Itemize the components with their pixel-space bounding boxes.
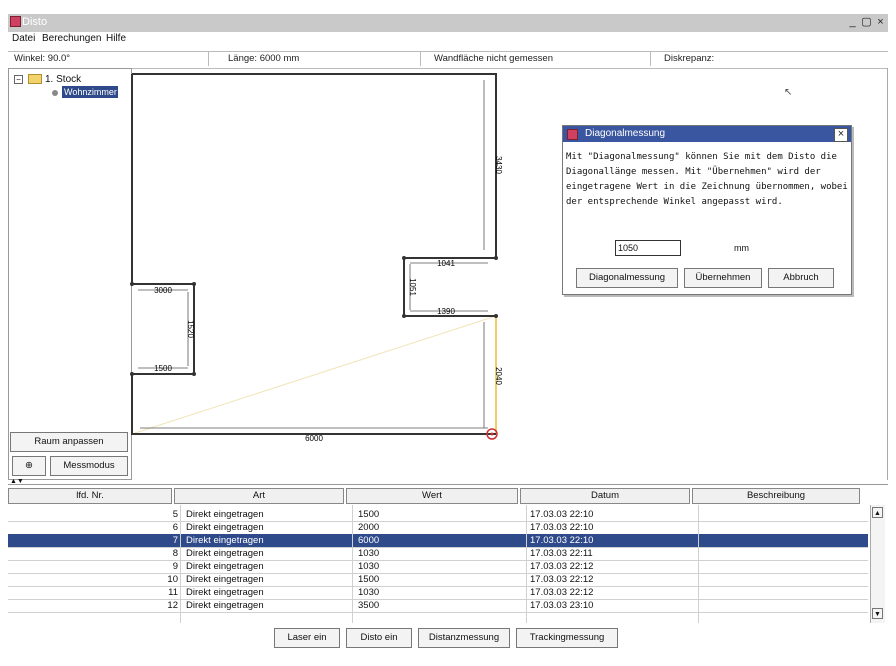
table-row[interactable]: 7 Direkt eingetragen 6000 17.03.03 22:10 xyxy=(8,534,868,547)
corner-point xyxy=(402,256,406,260)
dialog-close-button[interactable]: × xyxy=(834,128,848,142)
dim-notch-side: 1051 xyxy=(408,278,417,296)
table-row[interactable]: 12 Direkt eingetragen 3500 17.03.03 23:10 xyxy=(8,599,868,612)
dialog-description: Mit "Diagonalmessung" können Sie mit dem… xyxy=(566,152,848,207)
disto-ein-button[interactable]: Disto ein xyxy=(346,628,412,648)
active-corner-marker xyxy=(490,432,494,436)
uebernehmen-button[interactable]: Übernehmen xyxy=(684,268,762,288)
dim-bottom: 6000 xyxy=(305,434,323,443)
row-divider xyxy=(8,612,868,613)
corner-point xyxy=(402,314,406,318)
unit-label: mm xyxy=(734,243,749,253)
cell-wert: 2000 xyxy=(358,522,380,533)
scroll-up-icon[interactable]: ▲ xyxy=(872,507,883,518)
cell-art: Direkt eingetragen xyxy=(186,587,264,598)
dialog-app-icon xyxy=(567,129,578,140)
cell-wert: 1030 xyxy=(358,561,380,572)
col-header-wert[interactable]: Wert xyxy=(346,488,518,504)
room-wall xyxy=(131,74,496,435)
row-selection-highlight xyxy=(8,534,868,547)
cell-datum: 17.03.03 23:10 xyxy=(530,600,594,611)
table-row[interactable]: 9 Direkt eingetragen 1030 17.03.03 22:12 xyxy=(8,560,868,573)
corner-point xyxy=(494,314,498,318)
dim-right-top: 3430 xyxy=(494,156,503,174)
cell-nr: 5 xyxy=(172,509,178,520)
cell-art: Direkt eingetragen xyxy=(186,509,264,520)
cell-nr: 10 xyxy=(167,574,178,585)
cell-datum: 17.03.03 22:10 xyxy=(530,522,594,533)
scroll-down-icon[interactable]: ▼ xyxy=(872,608,883,619)
diagonal-value-input[interactable]: 1050 xyxy=(615,240,681,256)
dialog-title: Diagonalmessung xyxy=(563,126,851,142)
cell-wert: 1500 xyxy=(358,509,380,520)
room-wall xyxy=(132,73,497,317)
table-row[interactable]: 11 Direkt eingetragen 1030 17.03.03 22:12 xyxy=(8,586,868,599)
cell-nr: 11 xyxy=(168,587,178,598)
corner-point xyxy=(494,256,498,260)
cell-art: Direkt eingetragen xyxy=(186,600,264,611)
corner-point xyxy=(192,282,196,286)
cell-datum: 17.03.03 22:11 xyxy=(530,548,593,559)
cell-nr: 9 xyxy=(172,561,178,572)
dim-left-side: 1520 xyxy=(186,320,195,338)
cell-datum: 17.03.03 22:10 xyxy=(530,535,594,546)
cell-wert: 1030 xyxy=(358,548,380,559)
cell-nr: 7 xyxy=(172,535,178,546)
column-divider xyxy=(352,505,353,623)
cell-wert: 3500 xyxy=(358,600,380,611)
laser-ein-button[interactable]: Laser ein xyxy=(274,628,340,648)
table-row[interactable]: 8 Direkt eingetragen 1030 17.03.03 22:11 xyxy=(8,547,868,560)
cell-datum: 17.03.03 22:10 xyxy=(530,509,594,520)
abbruch-button[interactable]: Abbruch xyxy=(768,268,834,288)
column-divider xyxy=(180,505,181,623)
table-row[interactable]: 10 Direkt eingetragen 1500 17.03.03 22:12 xyxy=(8,573,868,586)
dim-right-bottom: 2040 xyxy=(494,367,503,385)
cell-art: Direkt eingetragen xyxy=(186,561,264,572)
cell-datum: 17.03.03 22:12 xyxy=(530,587,594,598)
diagonalmessung-button[interactable]: Diagonalmessung xyxy=(576,268,678,288)
cell-wert: 1030 xyxy=(358,587,380,598)
cell-wert: 1500 xyxy=(358,574,380,585)
table-row[interactable]: 5 Direkt eingetragen 1500 17.03.03 22:10 xyxy=(8,508,868,521)
cell-art: Direkt eingetragen xyxy=(186,535,264,546)
trackingmessung-button[interactable]: Trackingmessung xyxy=(516,628,618,648)
cell-art: Direkt eingetragen xyxy=(186,522,264,533)
dim-notch-bottom: 1390 xyxy=(437,307,455,316)
col-header-art[interactable]: Art xyxy=(174,488,344,504)
cell-nr: 12 xyxy=(167,600,178,611)
cell-nr: 6 xyxy=(172,522,178,533)
col-header-nr[interactable]: lfd. Nr. xyxy=(8,488,172,504)
cell-datum: 17.03.03 22:12 xyxy=(530,574,594,585)
column-divider xyxy=(698,505,699,623)
table-scrollbar[interactable] xyxy=(870,505,885,623)
dim-notch-top: 1041 xyxy=(437,259,455,268)
cell-art: Direkt eingetragen xyxy=(186,548,264,559)
splitter[interactable] xyxy=(8,484,888,485)
cell-nr: 8 xyxy=(172,548,178,559)
column-divider xyxy=(526,505,527,623)
table-row[interactable]: 6 Direkt eingetragen 2000 17.03.03 22:10 xyxy=(8,521,868,534)
corner-point xyxy=(130,372,134,376)
cell-datum: 17.03.03 22:12 xyxy=(530,561,594,572)
cursor-icon: ↖ xyxy=(784,87,792,98)
cell-wert: 6000 xyxy=(358,535,380,546)
corner-point xyxy=(130,282,134,286)
col-header-beschreibung[interactable]: Beschreibung xyxy=(692,488,860,504)
corner-point xyxy=(192,372,196,376)
cell-art: Direkt eingetragen xyxy=(186,574,264,585)
dim-left-top: 3000 xyxy=(154,286,172,295)
col-header-datum[interactable]: Datum xyxy=(520,488,690,504)
distanzmessung-button[interactable]: Distanzmessung xyxy=(418,628,510,648)
dim-left-bottom: 1500 xyxy=(154,364,172,373)
